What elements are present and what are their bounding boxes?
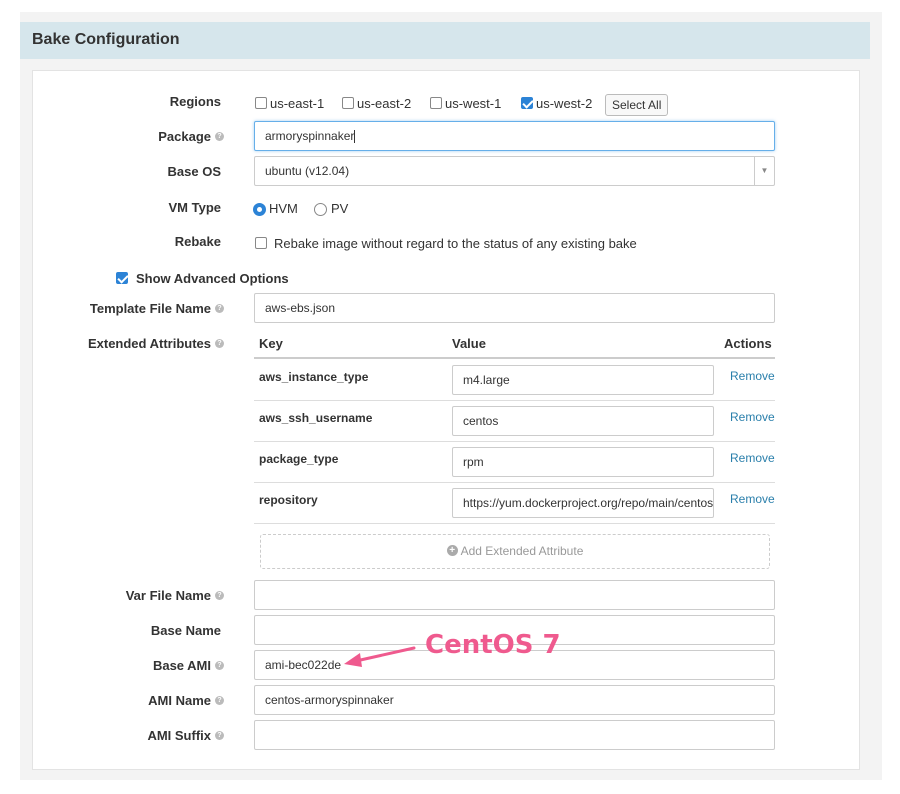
template-file-label: Template File Name [89, 301, 211, 316]
base-os-value: ubuntu (v12.04) [265, 164, 350, 178]
base-os-label: Base OS [167, 164, 221, 179]
help-icon[interactable]: ? [215, 339, 224, 349]
help-icon[interactable]: ? [215, 661, 224, 671]
annotation-text: CentOS 7 [425, 630, 561, 660]
annotation-arrow-icon [344, 646, 416, 667]
ami-name-input[interactable]: centos-armoryspinnaker [254, 685, 775, 715]
attribute-key: aws_instance_type [259, 370, 369, 384]
region-us-east-1-label[interactable]: us-east-1 [270, 96, 324, 111]
attribute-value: m4.large [463, 373, 510, 387]
base-ami-label: Base AMI [152, 658, 211, 673]
attribute-key: aws_ssh_username [259, 411, 373, 425]
var-file-label: Var File Name [125, 588, 211, 603]
base-ami-label-wrap: Base AMI? [153, 658, 224, 673]
column-header-actions: Actions [724, 336, 772, 351]
vm-type-pv-radio[interactable] [314, 203, 327, 216]
package-label-wrap: Package? [158, 129, 224, 144]
region-us-west-1-checkbox[interactable] [430, 97, 442, 109]
text-caret [354, 130, 356, 144]
rebake-label: Rebake [174, 234, 221, 249]
attribute-value-input[interactable]: centos [452, 406, 714, 436]
help-icon[interactable]: ? [215, 731, 224, 741]
ami-name-label-wrap: AMI Name? [148, 693, 224, 708]
ami-suffix-label: AMI Suffix [147, 728, 211, 743]
package-label: Package [158, 129, 211, 144]
attribute-value-input[interactable]: rpm [452, 447, 714, 477]
attribute-value-input[interactable]: https://yum.dockerproject.org/repo/main/… [452, 488, 714, 518]
attribute-value: https://yum.dockerproject.org/repo/main/… [463, 496, 714, 510]
select-all-button[interactable]: Select All [605, 94, 669, 116]
package-input[interactable]: armoryspinnaker [254, 121, 775, 151]
column-header-key: Key [259, 336, 283, 351]
base-ami-value: ami-bec022de [265, 658, 342, 672]
vm-type-label: VM Type [168, 200, 222, 215]
var-file-label-wrap: Var File Name? [126, 588, 224, 603]
base-os-select[interactable]: ubuntu (v12.04) ▼ [254, 156, 775, 186]
attribute-key: repository [259, 493, 318, 507]
regions-label: Regions [169, 94, 221, 109]
attribute-value: centos [463, 414, 499, 428]
ami-suffix-label-wrap: AMI Suffix? [147, 728, 224, 743]
region-us-east-1-checkbox[interactable] [255, 97, 267, 109]
vm-type-hvm-label[interactable]: HVM [269, 201, 298, 216]
add-extended-attribute-label: Add Extended Attribute [460, 544, 584, 558]
table-header-divider [254, 357, 775, 359]
var-file-input[interactable] [254, 580, 775, 610]
attribute-key: package_type [259, 452, 339, 466]
table-row-divider [254, 523, 775, 524]
region-us-east-2-label[interactable]: us-east-2 [357, 96, 411, 111]
extended-attributes-label-wrap: Extended Attributes? [88, 336, 224, 351]
chevron-down-icon[interactable]: ▼ [754, 157, 774, 185]
remove-attribute-link[interactable]: Remove [730, 492, 775, 506]
ami-name-value: centos-armoryspinnaker [265, 693, 394, 707]
remove-attribute-link[interactable]: Remove [730, 451, 775, 465]
extended-attributes-label: Extended Attributes [87, 336, 211, 351]
attribute-value: rpm [463, 455, 484, 469]
plus-circle-icon: + [446, 545, 458, 557]
template-file-input[interactable]: aws-ebs.json [254, 293, 775, 323]
help-icon[interactable]: ? [215, 696, 224, 706]
vm-type-pv-label[interactable]: PV [331, 201, 348, 216]
package-value: armoryspinnaker [265, 129, 355, 143]
help-icon[interactable]: ? [215, 132, 224, 142]
show-advanced-checkbox[interactable] [116, 272, 128, 284]
table-row-divider [254, 441, 775, 442]
region-us-west-1-label[interactable]: us-west-1 [445, 96, 501, 111]
help-icon[interactable]: ? [215, 591, 224, 601]
ami-name-label: AMI Name [148, 693, 211, 708]
help-icon[interactable]: ? [215, 304, 224, 314]
rebake-checkbox[interactable] [255, 237, 267, 249]
vm-type-hvm-radio[interactable] [253, 203, 266, 216]
add-extended-attribute-button[interactable]: + Add Extended Attribute [260, 534, 770, 569]
template-file-value: aws-ebs.json [265, 301, 336, 315]
rebake-checkbox-label[interactable]: Rebake image without regard to the statu… [274, 236, 637, 251]
section-title: Bake Configuration [32, 31, 180, 48]
column-header-value: Value [452, 336, 486, 351]
remove-attribute-link[interactable]: Remove [730, 369, 775, 383]
show-advanced-label[interactable]: Show Advanced Options [136, 271, 289, 286]
attribute-value-input[interactable]: m4.large [452, 365, 714, 395]
table-row-divider [254, 400, 775, 401]
base-name-label: Base Name [150, 623, 221, 638]
template-file-label-wrap: Template File Name? [90, 301, 224, 316]
section-header: Bake Configuration [20, 22, 870, 59]
region-us-east-2-checkbox[interactable] [342, 97, 354, 109]
remove-attribute-link[interactable]: Remove [730, 410, 775, 424]
region-us-west-2-checkbox[interactable] [521, 97, 533, 109]
table-row-divider [254, 482, 775, 483]
ami-suffix-input[interactable] [254, 720, 775, 750]
region-us-west-2-label[interactable]: us-west-2 [536, 96, 592, 111]
